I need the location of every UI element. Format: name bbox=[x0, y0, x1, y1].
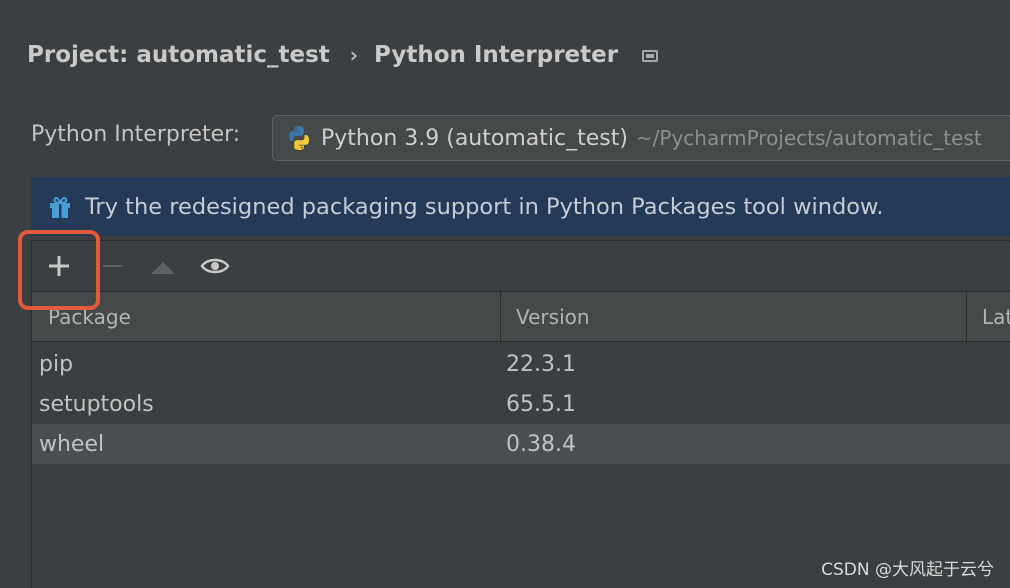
banner-text: Try the redesigned packaging support in … bbox=[85, 193, 884, 220]
breadcrumb: Project: automatic_test › Python Interpr… bbox=[27, 38, 659, 72]
table-row[interactable]: pip 22.3.1 bbox=[32, 344, 1010, 384]
watermark: CSDN @大风起于云兮 bbox=[821, 560, 994, 580]
window-icon[interactable] bbox=[642, 50, 659, 62]
column-header-version[interactable]: Version bbox=[500, 292, 966, 341]
package-name: pip bbox=[39, 351, 74, 377]
breadcrumb-current: Python Interpreter bbox=[374, 42, 619, 68]
column-header-latest[interactable]: Latest version bbox=[966, 292, 1010, 341]
interpreter-path: ~/PycharmProjects/automatic_test bbox=[635, 126, 982, 150]
column-header-package[interactable]: Package bbox=[32, 292, 500, 341]
table-row[interactable]: setuptools 65.5.1 bbox=[32, 384, 1010, 424]
packaging-banner[interactable]: Try the redesigned packaging support in … bbox=[31, 177, 1010, 236]
breadcrumb-project[interactable]: Project: automatic_test bbox=[27, 42, 330, 68]
remove-package-button[interactable] bbox=[98, 251, 128, 281]
minus-icon bbox=[103, 265, 123, 267]
package-version: 22.3.1 bbox=[506, 351, 576, 377]
package-name: wheel bbox=[39, 431, 105, 457]
annotation-highlight bbox=[18, 230, 100, 310]
package-version: 65.5.1 bbox=[506, 391, 576, 417]
interpreter-name: Python 3.9 (automatic_test) bbox=[321, 125, 628, 151]
packages-table-body: pip 22.3.1 setuptools 65.5.1 wheel 0.38.… bbox=[32, 344, 1010, 464]
table-row[interactable]: wheel 0.38.4 bbox=[32, 424, 1010, 464]
packages-toolbar bbox=[32, 241, 1010, 292]
package-name: setuptools bbox=[39, 391, 154, 417]
show-early-releases-button[interactable] bbox=[200, 251, 230, 281]
settings-page: Project: automatic_test › Python Interpr… bbox=[0, 0, 1010, 588]
packages-panel: Package Version Latest version pip 22.3.… bbox=[31, 240, 1010, 588]
eye-icon bbox=[200, 258, 230, 274]
python-icon bbox=[289, 126, 309, 150]
interpreter-label: Python Interpreter: bbox=[31, 122, 241, 147]
interpreter-select[interactable]: Python 3.9 (automatic_test) ~/PycharmPro… bbox=[272, 115, 1010, 161]
gift-icon bbox=[50, 196, 70, 218]
upgrade-icon bbox=[151, 262, 175, 274]
chevron-right-icon: › bbox=[349, 43, 359, 67]
package-version: 0.38.4 bbox=[506, 431, 576, 457]
packages-table-header: Package Version Latest version bbox=[32, 292, 1010, 342]
upgrade-package-button[interactable] bbox=[148, 251, 178, 281]
